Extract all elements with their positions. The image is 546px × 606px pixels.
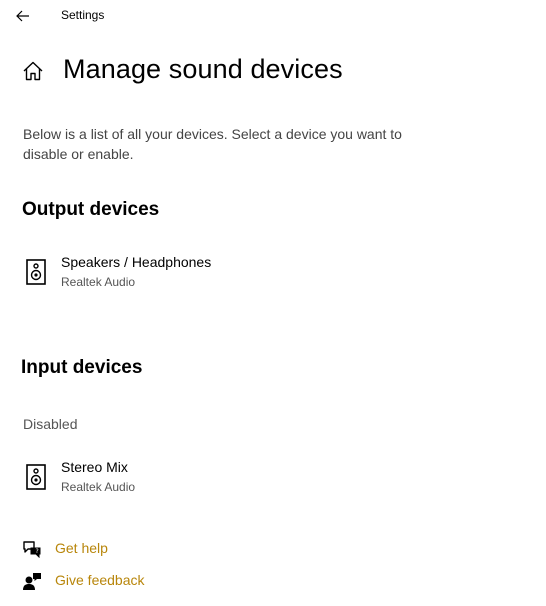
device-name: Speakers / Headphones: [61, 254, 212, 270]
disabled-group-label: Disabled: [23, 416, 78, 432]
settings-window: Settings Manage sound devices Below is a…: [0, 0, 546, 606]
output-devices-heading: Output devices: [22, 199, 160, 220]
get-help-link[interactable]: ? Get help: [20, 538, 220, 560]
help-chat-icon: ?: [23, 541, 41, 558]
page-description: Below is a list of all your devices. Sel…: [23, 126, 402, 162]
device-driver: Realtek Audio: [61, 275, 136, 289]
title-bar: Settings: [0, 0, 546, 32]
device-driver: Realtek Audio: [61, 480, 136, 494]
svg-text:?: ?: [36, 548, 39, 555]
speaker-icon: [26, 259, 46, 285]
give-feedback-label: Give feedback: [55, 572, 145, 588]
get-help-label: Get help: [55, 540, 108, 556]
device-speakers-headphones[interactable]: Speakers / Headphones Realtek Audio: [20, 254, 320, 300]
speaker-icon: [26, 464, 46, 490]
app-title: Settings: [61, 8, 105, 22]
device-name: Stereo Mix: [61, 459, 128, 475]
feedback-person-icon: [23, 573, 41, 590]
home-icon[interactable]: [22, 60, 44, 82]
page-title: Manage sound devices: [63, 54, 343, 84]
give-feedback-link[interactable]: Give feedback: [20, 570, 220, 592]
device-stereo-mix[interactable]: Stereo Mix Realtek Audio: [20, 459, 320, 505]
back-arrow-icon: [16, 10, 29, 22]
back-button[interactable]: [8, 2, 38, 30]
input-devices-heading: Input devices: [21, 357, 143, 378]
